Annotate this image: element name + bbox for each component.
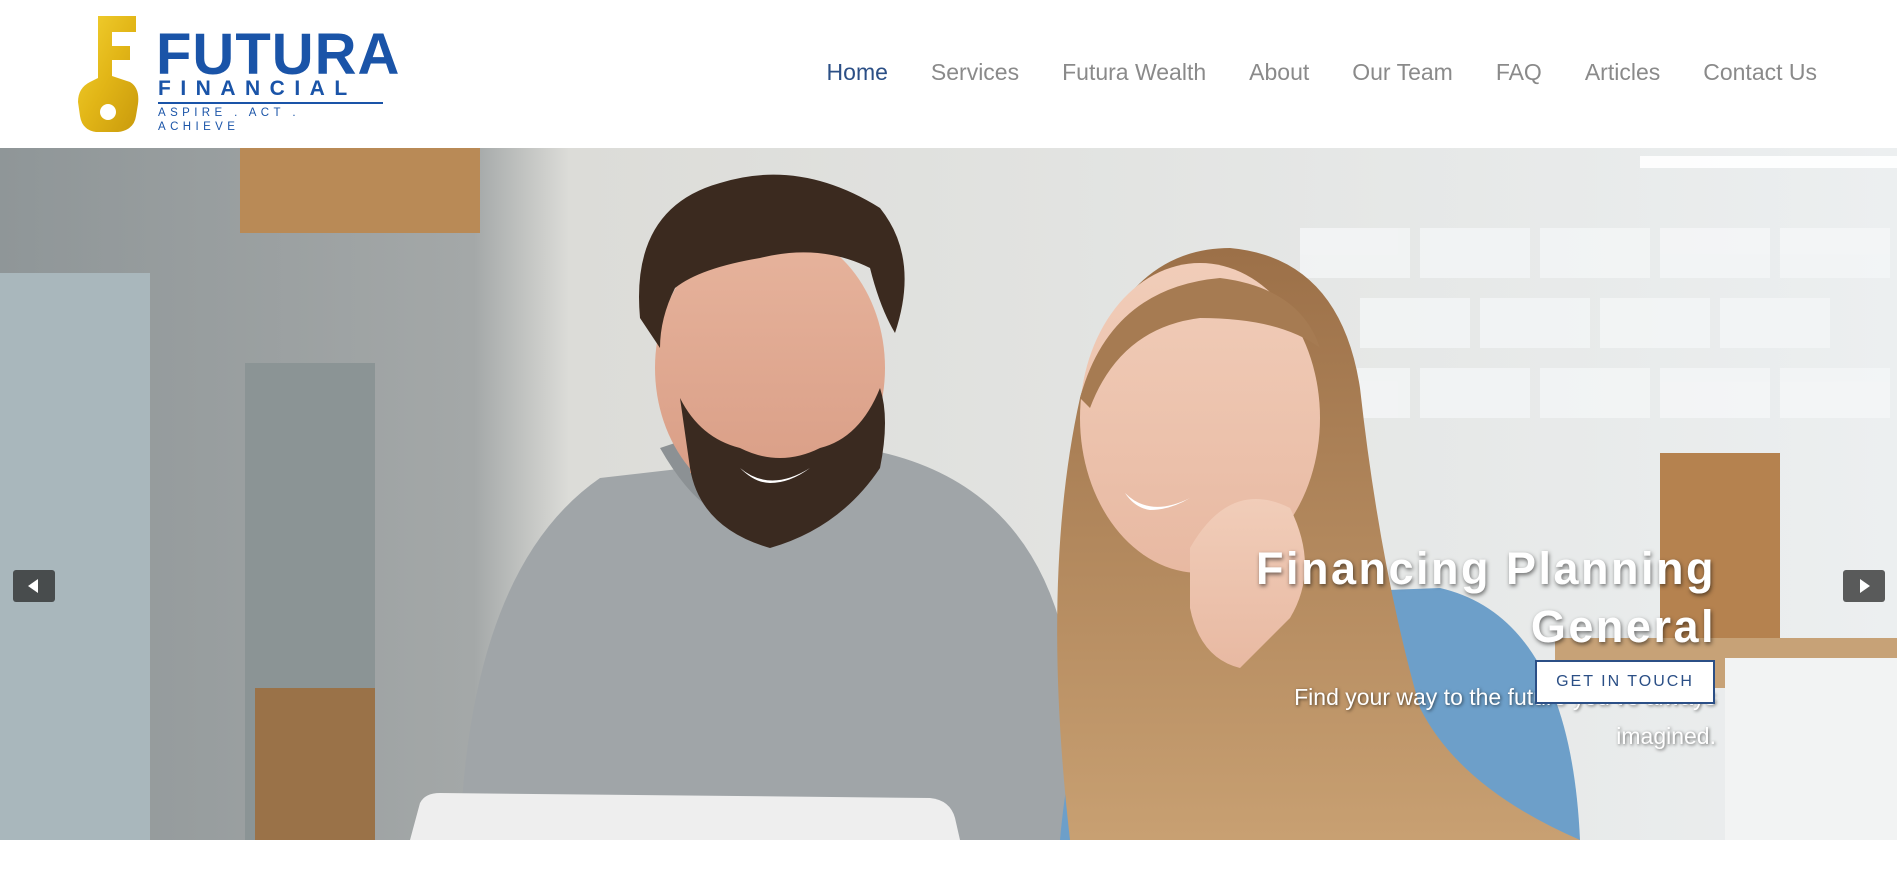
slider-prev-button[interactable] — [13, 570, 55, 602]
logo-name: FUTURA — [156, 22, 401, 87]
get-in-touch-button[interactable]: GET IN TOUCH — [1535, 660, 1715, 704]
hero-title-line-2: General — [1530, 601, 1716, 652]
logo-tagline: ASPIRE . ACT . ACHIEVE — [158, 107, 300, 133]
nav-item-services[interactable]: Services — [931, 57, 1019, 87]
logo-subname: FINANCIAL — [158, 77, 357, 100]
nav-item-articles[interactable]: Articles — [1585, 57, 1660, 87]
triangle-left-icon — [28, 579, 38, 593]
nav-item-contact-us[interactable]: Contact Us — [1703, 57, 1817, 87]
key-logo-icon — [78, 16, 139, 132]
nav-item-about[interactable]: About — [1249, 57, 1309, 87]
site-header: FUTURA FINANCIAL ASPIRE . ACT . ACHIEVE … — [0, 0, 1897, 148]
hero-title-line-1: Financing Planning — [1256, 543, 1716, 594]
hero-caption: Financing Planning General Find your way… — [1196, 540, 1716, 756]
slider-next-button[interactable] — [1843, 570, 1885, 602]
nav-item-home[interactable]: Home — [827, 57, 888, 87]
hero-slider: Financing Planning General Find your way… — [0, 148, 1897, 840]
triangle-right-icon — [1860, 579, 1870, 593]
main-nav: Home Services Futura Wealth About Our Te… — [784, 57, 1817, 87]
hero-subtitle-line-2: imagined. — [1616, 723, 1716, 749]
nav-item-futura-wealth[interactable]: Futura Wealth — [1062, 57, 1206, 87]
nav-item-faq[interactable]: FAQ — [1496, 57, 1542, 87]
logo-link[interactable]: FUTURA FINANCIAL ASPIRE . ACT . ACHIEVE — [78, 16, 399, 134]
nav-item-our-team[interactable]: Our Team — [1352, 57, 1453, 87]
page-bottom-strip — [0, 840, 1897, 870]
logo-divider — [158, 102, 383, 104]
hero-title: Financing Planning General — [1196, 540, 1716, 656]
